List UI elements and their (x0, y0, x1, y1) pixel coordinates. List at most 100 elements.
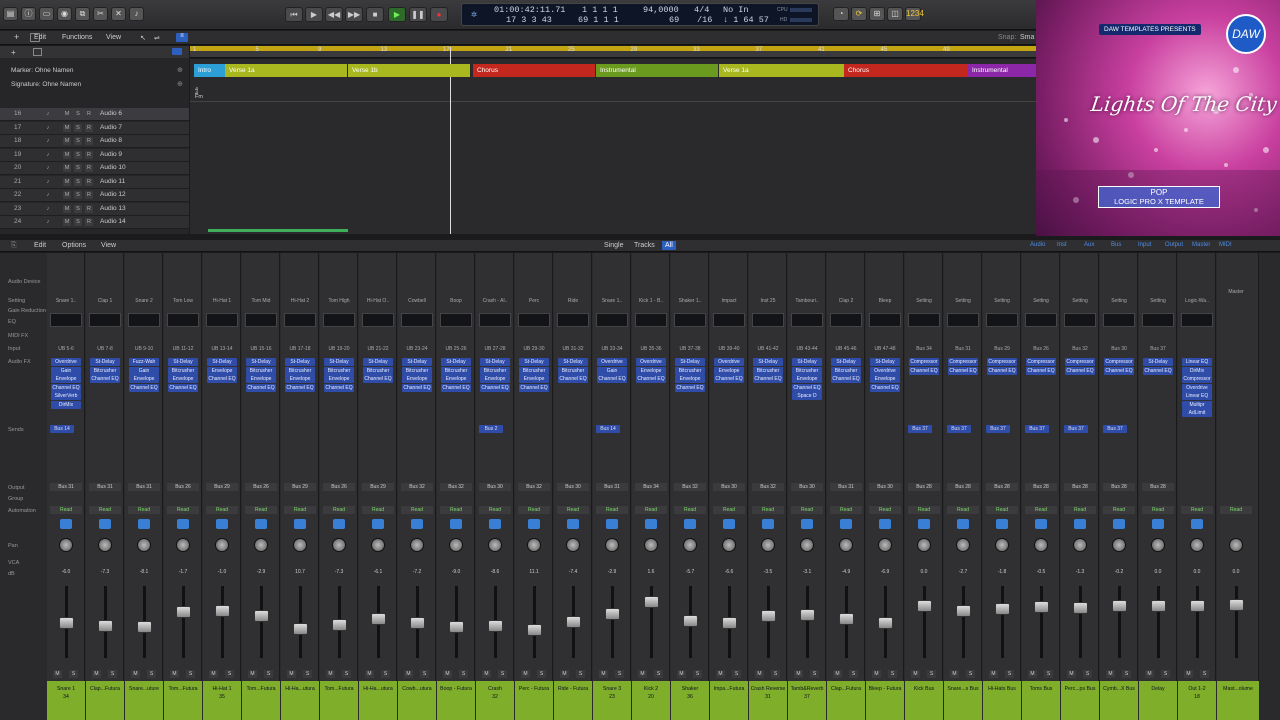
audio-fx-slot[interactable]: DirMix (51, 400, 81, 409)
output-slot[interactable]: Bus 26 (323, 483, 355, 491)
add-track-icon[interactable]: + (14, 32, 19, 42)
channel-name[interactable]: Snare 1 34 (47, 681, 85, 720)
mute-button[interactable]: M (677, 670, 686, 678)
mute-button[interactable]: M (755, 670, 764, 678)
track-name[interactable]: Audio 14 (100, 218, 126, 225)
track-icon[interactable] (138, 519, 150, 529)
input-slot[interactable]: UB 17-18 (283, 346, 317, 352)
mute-button[interactable]: M (443, 670, 452, 678)
replace-icon[interactable]: ⊞ (869, 7, 885, 21)
all-view-button[interactable]: All (662, 241, 676, 250)
setting-button[interactable]: Inst 25 (751, 298, 785, 304)
solo-button[interactable]: S (498, 670, 507, 678)
audio-fx-slot[interactable]: Envelope (324, 375, 354, 383)
input-slot[interactable]: UB 33-34 (595, 346, 629, 352)
setting-button[interactable]: Tom Low (166, 298, 200, 304)
eq-thumbnail[interactable] (557, 313, 589, 327)
output-slot[interactable]: Bus 31 (50, 483, 82, 491)
output-slot[interactable]: Bus 30 (557, 483, 589, 491)
pan-knob[interactable] (917, 538, 931, 552)
input-monitor-icon[interactable]: ♪ (44, 110, 52, 118)
audio-fx-slot[interactable]: Channel EQ (714, 375, 744, 383)
eq-thumbnail[interactable] (1181, 313, 1213, 327)
output-slot[interactable]: Bus 28 (986, 483, 1018, 491)
track-icon[interactable] (177, 519, 189, 529)
solo-button[interactable]: S (537, 670, 546, 678)
mute-button[interactable]: M (1145, 670, 1154, 678)
record-enable-button[interactable]: R (85, 191, 93, 199)
pan-knob[interactable] (1229, 538, 1243, 552)
solo-button[interactable]: S (1122, 670, 1131, 678)
setting-button[interactable]: Kick 1 - B.. (634, 298, 668, 304)
mixer-options-menu[interactable]: Options (62, 242, 86, 249)
channel-name[interactable]: Cowb...utura (398, 681, 436, 720)
input-slot[interactable]: UB 23-24 (400, 346, 434, 352)
marker-3[interactable]: Chorus (473, 64, 595, 77)
mute-button[interactable]: M (1184, 670, 1193, 678)
solo-button[interactable]: S (1044, 670, 1053, 678)
audio-fx-slot[interactable]: Envelope (207, 366, 237, 375)
audio-fx-slot[interactable]: Multipr (1182, 400, 1212, 409)
output-slot[interactable]: Bus 28 (908, 483, 940, 491)
track-icon[interactable] (489, 519, 501, 529)
mute-button[interactable]: M (63, 164, 71, 172)
input-slot[interactable]: Bus 31 (946, 346, 980, 352)
track-name[interactable]: Audio 12 (100, 191, 126, 198)
audio-fx-slot[interactable]: Channel EQ (831, 375, 861, 383)
channel-name[interactable]: Clap...Futura (827, 681, 865, 720)
mute-button[interactable]: M (63, 218, 71, 226)
volume-fader[interactable] (137, 621, 152, 634)
volume-fader[interactable] (878, 616, 893, 629)
solo-button[interactable]: S (74, 218, 82, 226)
audio-fx-slot[interactable]: Channel EQ (51, 383, 81, 392)
pan-knob[interactable] (410, 538, 424, 552)
audio-fx-slot[interactable]: Bitcrusher (519, 366, 549, 375)
setting-button[interactable]: Snare 1.. (595, 298, 629, 304)
mute-button[interactable]: M (482, 670, 491, 678)
setting-button[interactable]: Impact (712, 298, 746, 304)
track-row[interactable]: 18 ♪ M S R Audio 8 (0, 135, 189, 148)
input-monitor-icon[interactable]: ♪ (44, 218, 52, 226)
record-enable-button[interactable]: R (85, 177, 93, 186)
filter-output[interactable]: Output (1165, 242, 1183, 248)
volume-fader[interactable] (293, 623, 308, 636)
count-in-icon[interactable]: 1234 (905, 7, 924, 21)
audio-fx-slot[interactable]: Compressor (909, 358, 939, 366)
solo-button[interactable]: S (693, 670, 702, 678)
output-slot[interactable]: Bus 30 (713, 483, 745, 491)
automation-mode[interactable]: Read (1064, 506, 1096, 514)
pan-knob[interactable] (215, 538, 229, 552)
eq-thumbnail[interactable] (167, 313, 199, 327)
audio-fx-slot[interactable]: Bitcrusher (792, 366, 822, 375)
track-icon[interactable] (996, 519, 1008, 529)
automation-mode[interactable]: Read (752, 506, 784, 514)
input-monitor-icon[interactable]: ♪ (44, 124, 52, 132)
audio-fx-slot[interactable]: Channel EQ (285, 383, 315, 392)
volume-fader[interactable] (176, 606, 191, 619)
pan-knob[interactable] (98, 538, 112, 552)
channel-name[interactable]: Perc...ps Bus (1061, 681, 1099, 720)
channel-name[interactable]: Crash 32 (476, 681, 514, 720)
pan-knob[interactable] (605, 538, 619, 552)
cycle-region[interactable] (190, 46, 1036, 51)
tracks-view-button[interactable]: Tracks (634, 242, 655, 249)
audio-fx-slot[interactable]: Linear EQ (1182, 392, 1212, 400)
audio-fx-slot[interactable]: Gain (597, 366, 627, 375)
output-slot[interactable]: Bus 32 (752, 483, 784, 491)
input-slot[interactable]: Bus 32 (1063, 346, 1097, 352)
setting-button[interactable]: Tom High (322, 298, 356, 304)
mute-button[interactable]: M (92, 670, 101, 678)
output-slot[interactable]: Bus 30 (791, 483, 823, 491)
automation-mode[interactable]: Read (908, 506, 940, 514)
eq-thumbnail[interactable] (518, 313, 550, 327)
audio-fx-slot[interactable]: Channel EQ (1026, 366, 1056, 375)
input-slot[interactable]: UB 43-44 (790, 346, 824, 352)
pause-button[interactable]: ❚❚ (409, 7, 427, 22)
mute-button[interactable]: M (599, 670, 608, 678)
automation-mode[interactable]: Read (401, 506, 433, 514)
input-monitor-icon[interactable]: ♪ (44, 205, 52, 213)
automation-mode[interactable]: Read (440, 506, 472, 514)
automation-mode[interactable]: Read (1220, 506, 1252, 514)
audio-fx-slot[interactable]: Compressor (1026, 358, 1056, 366)
channel-name[interactable]: Hi-Ha...utura (359, 681, 397, 720)
